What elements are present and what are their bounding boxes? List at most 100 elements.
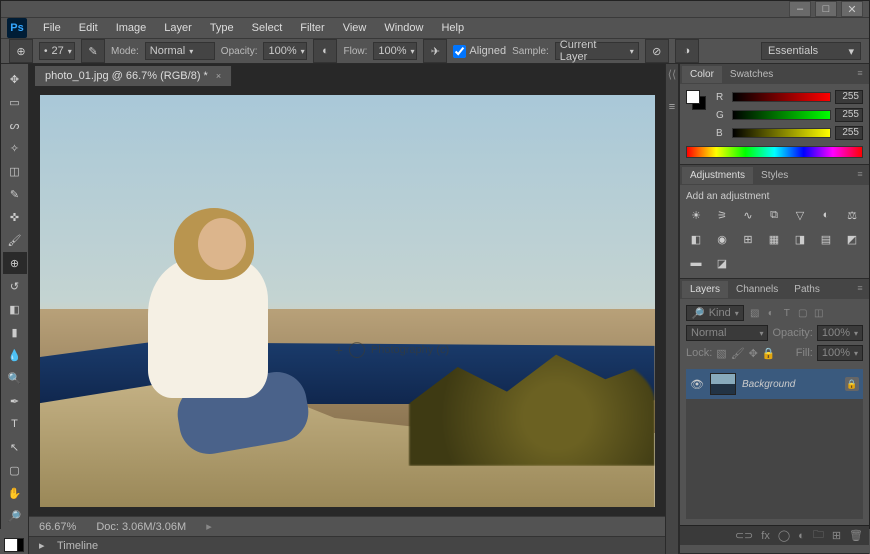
brightness-icon[interactable]: ☀: [686, 206, 706, 224]
magic-wand-tool[interactable]: ✧: [3, 137, 27, 159]
blend-mode-dropdown[interactable]: Normal: [686, 325, 768, 341]
lasso-tool[interactable]: ᔕ: [3, 114, 27, 136]
lock-position-icon[interactable]: ✥: [749, 347, 758, 360]
zoom-level[interactable]: 66.67%: [39, 521, 76, 533]
bw-icon[interactable]: ◧: [686, 230, 706, 248]
eyedropper-tool[interactable]: ✎: [3, 183, 27, 205]
marquee-tool[interactable]: ▭: [3, 91, 27, 113]
airbrush-icon[interactable]: ✈: [423, 39, 447, 63]
layers-panel-menu-icon[interactable]: ≡: [853, 281, 867, 295]
tool-preset-icon[interactable]: ⊕: [9, 39, 33, 63]
filter-shape-icon[interactable]: ▢: [796, 306, 810, 320]
layer-thumbnail[interactable]: [710, 373, 736, 395]
close-tab-icon[interactable]: ×: [216, 71, 221, 81]
foreground-color-swatch[interactable]: [4, 538, 18, 552]
opacity-dropdown[interactable]: 100%: [263, 42, 307, 60]
color-lookup-icon[interactable]: ▦: [764, 230, 784, 248]
menu-view[interactable]: View: [335, 19, 375, 37]
blur-tool[interactable]: 💧: [3, 344, 27, 366]
r-slider[interactable]: [732, 92, 831, 102]
tab-paths[interactable]: Paths: [786, 281, 828, 298]
sample-dropdown[interactable]: Current Layer: [555, 42, 639, 60]
gradient-map-icon[interactable]: ▬: [686, 254, 706, 272]
posterize-icon[interactable]: ▤: [816, 230, 836, 248]
selective-color-icon[interactable]: ◪: [712, 254, 732, 272]
color-balance-icon[interactable]: ⚖: [842, 206, 862, 224]
lock-all-icon[interactable]: 🔒: [762, 347, 776, 360]
tab-styles[interactable]: Styles: [753, 167, 796, 184]
type-tool[interactable]: T: [3, 413, 27, 435]
history-icon[interactable]: ≡: [669, 101, 675, 113]
color-mini-swatches[interactable]: [686, 90, 708, 112]
layer-item[interactable]: 👁 Background 🔒: [686, 369, 863, 399]
menu-help[interactable]: Help: [433, 19, 472, 37]
aligned-checkbox[interactable]: Aligned: [453, 45, 506, 58]
history-brush-tool[interactable]: ↺: [3, 275, 27, 297]
new-adjustment-icon[interactable]: ◐: [798, 530, 805, 542]
workspace-dropdown[interactable]: Essentials▾: [761, 42, 861, 60]
layer-style-icon[interactable]: fx: [761, 530, 770, 542]
filter-smart-icon[interactable]: ◫: [812, 306, 826, 320]
filter-pixel-icon[interactable]: ▧: [748, 306, 762, 320]
doc-size[interactable]: Doc: 3.06M/3.06M: [96, 521, 186, 533]
lock-transparent-icon[interactable]: ▧: [716, 347, 726, 360]
healing-brush-tool[interactable]: ✜: [3, 206, 27, 228]
exposure-icon[interactable]: ⧉: [764, 206, 784, 224]
tab-channels[interactable]: Channels: [728, 281, 786, 298]
collapse-handle-icon[interactable]: ⟨⟨: [668, 68, 677, 81]
menu-file[interactable]: File: [35, 19, 69, 37]
mode-dropdown[interactable]: Normal: [145, 42, 215, 60]
document-tab[interactable]: photo_01.jpg @ 66.7% (RGB/8) * ×: [35, 66, 232, 86]
menu-filter[interactable]: Filter: [292, 19, 332, 37]
menu-layer[interactable]: Layer: [156, 19, 200, 37]
color-panel-menu-icon[interactable]: ≡: [853, 66, 867, 80]
move-tool[interactable]: ✥: [3, 68, 27, 90]
visibility-icon[interactable]: 👁: [690, 378, 704, 391]
close-button[interactable]: ✕: [841, 1, 863, 17]
delete-layer-icon[interactable]: 🗑: [849, 529, 863, 542]
eraser-tool[interactable]: ◧: [3, 298, 27, 320]
gradient-tool[interactable]: ▮: [3, 321, 27, 343]
fill-dropdown[interactable]: 100%: [817, 345, 863, 361]
b-slider[interactable]: [732, 128, 831, 138]
g-value[interactable]: 255: [835, 108, 863, 122]
dodge-tool[interactable]: 🔍: [3, 367, 27, 389]
adjustments-panel-menu-icon[interactable]: ≡: [853, 167, 867, 181]
canvas-viewport[interactable]: + Photography (c): [29, 86, 665, 516]
filter-type-icon[interactable]: T: [780, 306, 794, 320]
photo-filter-icon[interactable]: ◉: [712, 230, 732, 248]
menu-edit[interactable]: Edit: [71, 19, 106, 37]
curves-icon[interactable]: ∿: [738, 206, 758, 224]
filter-adjustment-icon[interactable]: ◐: [764, 306, 778, 320]
minimize-button[interactable]: –: [789, 1, 811, 17]
status-menu-icon[interactable]: ▸: [206, 520, 212, 533]
invert-icon[interactable]: ◨: [790, 230, 810, 248]
lock-pixels-icon[interactable]: 🖌: [731, 347, 745, 360]
document-canvas[interactable]: + Photography (c): [40, 95, 655, 507]
vibrance-icon[interactable]: ▽: [790, 206, 810, 224]
timeline-panel[interactable]: ▸ Timeline: [29, 536, 665, 554]
ignore-adjustment-icon[interactable]: ⊘: [645, 39, 669, 63]
link-layers-icon[interactable]: ⊂⊃: [735, 529, 753, 542]
maximize-button[interactable]: □: [815, 1, 837, 17]
tab-layers[interactable]: Layers: [682, 281, 728, 298]
menu-type[interactable]: Type: [202, 19, 242, 37]
tablet-pressure-opacity-icon[interactable]: ◐: [313, 39, 337, 63]
zoom-tool[interactable]: 🔎: [3, 505, 27, 527]
hue-strip[interactable]: [686, 146, 863, 158]
brush-panel-icon[interactable]: ✎: [81, 39, 105, 63]
brush-tool[interactable]: 🖌: [3, 229, 27, 251]
layer-opacity-dropdown[interactable]: 100%: [817, 325, 863, 341]
pen-tool[interactable]: ✒: [3, 390, 27, 412]
menu-window[interactable]: Window: [376, 19, 431, 37]
clone-stamp-tool[interactable]: ⊕: [3, 252, 27, 274]
lock-icon[interactable]: 🔒: [845, 377, 859, 391]
menu-image[interactable]: Image: [108, 19, 155, 37]
threshold-icon[interactable]: ◩: [842, 230, 862, 248]
hand-tool[interactable]: ✋: [3, 482, 27, 504]
channel-mixer-icon[interactable]: ⊞: [738, 230, 758, 248]
crop-tool[interactable]: ◫: [3, 160, 27, 182]
menu-select[interactable]: Select: [244, 19, 291, 37]
color-swatches[interactable]: [4, 532, 26, 554]
layer-kind-dropdown[interactable]: 🔎Kind: [686, 305, 744, 321]
